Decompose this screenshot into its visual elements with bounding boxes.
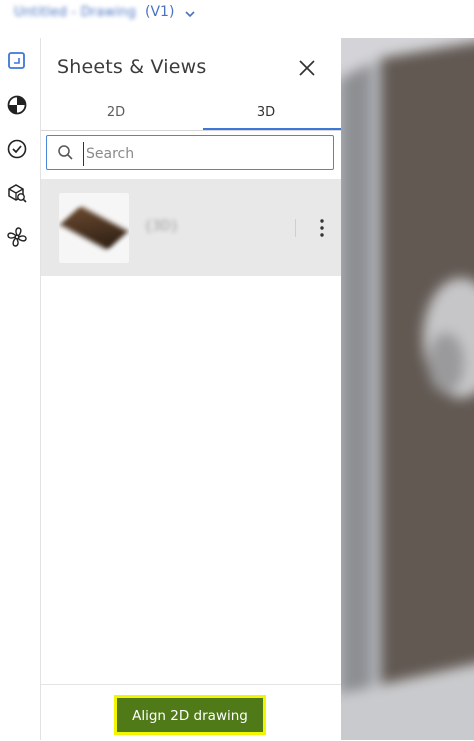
chevron-down-icon[interactable] <box>183 6 197 20</box>
divider <box>295 219 296 237</box>
view-name: {3D} <box>144 219 179 234</box>
file-name[interactable]: Untitled - Drawing <box>14 5 136 20</box>
more-vertical-icon[interactable] <box>315 217 329 239</box>
search-box <box>46 135 334 170</box>
left-toolbar <box>0 38 41 740</box>
fan-icon[interactable] <box>6 226 28 248</box>
align-2d-drawing-button[interactable]: Align 2D drawing <box>114 695 266 735</box>
viewport-render <box>341 38 474 740</box>
search-model-icon[interactable] <box>6 182 28 204</box>
view-tabs: 2D 3D <box>41 98 341 131</box>
list-item[interactable]: {3D} <box>41 179 341 276</box>
close-icon[interactable] <box>296 57 318 79</box>
search-icon <box>57 144 74 161</box>
model-browser-icon[interactable] <box>6 94 28 116</box>
issues-icon[interactable] <box>6 138 28 160</box>
top-bar: Untitled - Drawing (V1) <box>0 0 474 38</box>
view-thumbnail <box>59 193 129 263</box>
tab-2d[interactable]: 2D <box>41 98 191 128</box>
tab-3d[interactable]: 3D <box>191 98 341 130</box>
model-viewport[interactable] <box>341 38 474 740</box>
panel-footer: Align 2D drawing <box>41 684 341 741</box>
panel-title: Sheets & Views <box>57 56 207 78</box>
search-input[interactable] <box>83 142 328 166</box>
version-label[interactable]: (V1) <box>145 4 174 20</box>
sheets-views-panel: Sheets & Views 2D 3D {3D} Align 2D drawi… <box>41 38 341 741</box>
sheets-views-icon[interactable] <box>6 50 28 72</box>
